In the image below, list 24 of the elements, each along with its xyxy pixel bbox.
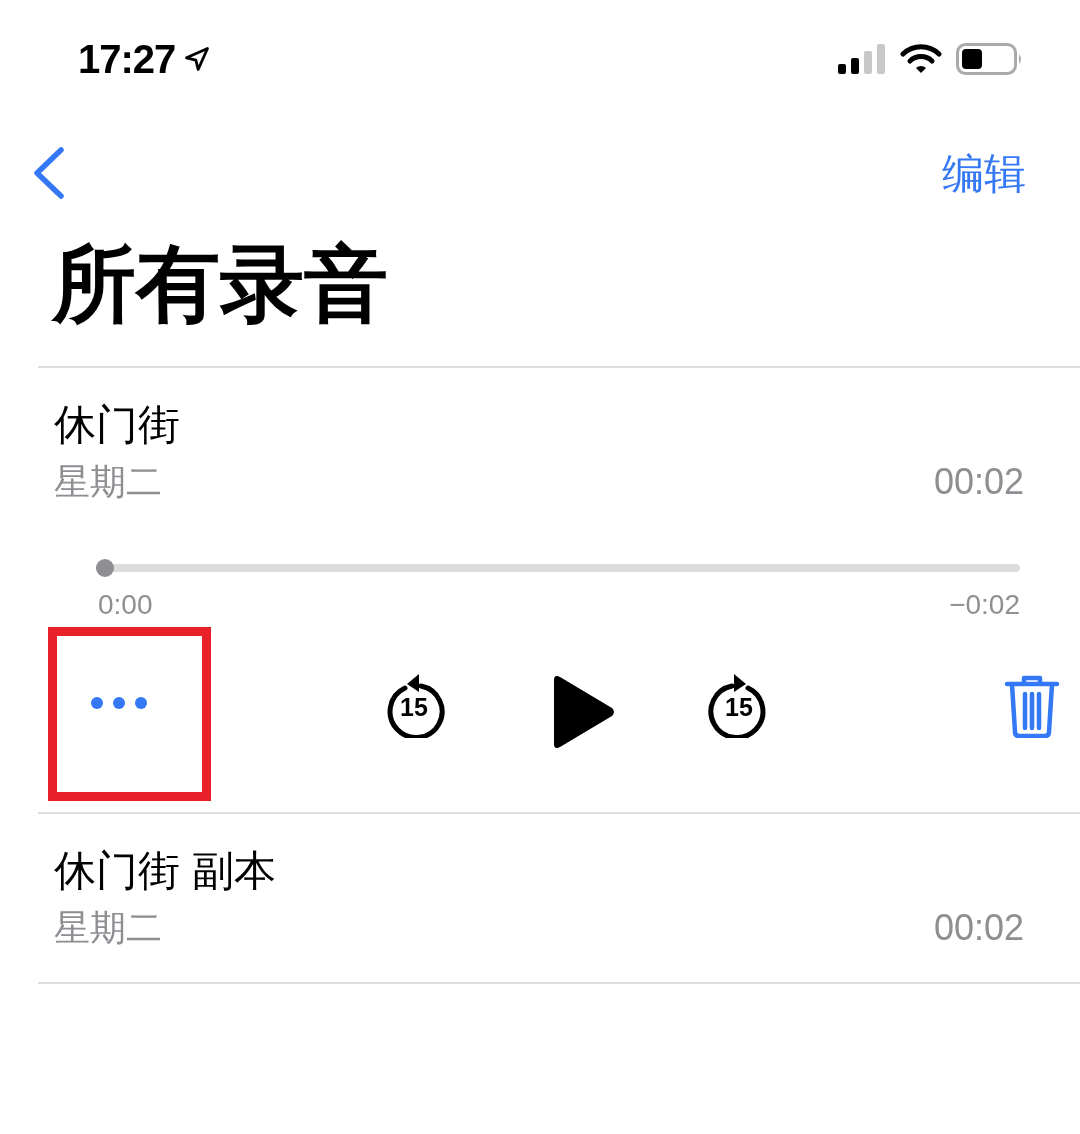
trash-icon — [1004, 674, 1060, 738]
status-time: 17:27 — [78, 36, 176, 83]
wifi-icon — [900, 43, 942, 75]
location-arrow-icon — [183, 45, 212, 73]
page-title: 所有录音 — [50, 236, 389, 333]
edit-button[interactable]: 编辑 — [942, 141, 1026, 205]
skip-back-button[interactable]: 15 — [383, 672, 445, 738]
back-button[interactable] — [32, 147, 66, 199]
delete-button[interactable] — [1004, 674, 1060, 738]
elapsed-time: 0:00 — [98, 588, 153, 622]
recording-duration: 00:02 — [933, 906, 1024, 950]
recording-duration: 00:02 — [933, 460, 1024, 504]
recording-name[interactable]: 休门街 — [54, 398, 1024, 452]
battery-icon — [956, 43, 1024, 75]
signal-icon — [838, 44, 886, 74]
skip-forward-button[interactable]: 15 — [708, 672, 770, 738]
more-icon — [90, 696, 148, 710]
progress-thumb[interactable] — [96, 559, 114, 577]
recording-date: 星期二 — [54, 906, 162, 950]
recording-date: 星期二 — [54, 460, 162, 504]
progress-track[interactable] — [96, 559, 1020, 577]
recording-name[interactable]: 休门街 副本 — [54, 844, 1024, 898]
remaining-time: −0:02 — [949, 588, 1020, 622]
back-chevron-icon — [32, 147, 66, 199]
